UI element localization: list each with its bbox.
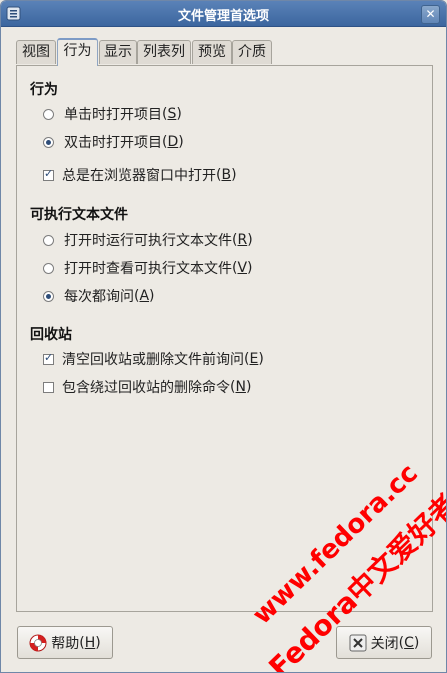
section-executable-title: 可执行文本文件 — [30, 207, 128, 223]
radio-indicator[interactable] — [43, 136, 54, 148]
tab-view[interactable]: 视图 — [16, 40, 56, 64]
checkbox-indicator[interactable] — [43, 167, 54, 181]
tab-list-columns[interactable]: 列表列 — [137, 40, 191, 64]
checkbox-indicator[interactable] — [43, 381, 54, 393]
radio-indicator[interactable] — [43, 108, 54, 120]
radio-indicator[interactable] — [43, 234, 54, 246]
title-bar: 文件管理首选项 ✕ — [1, 1, 446, 27]
run-executable-label: 打开时运行可执行文本文件 — [64, 233, 232, 249]
section-behavior-title: 行为 — [30, 82, 58, 98]
run-executable-radio[interactable]: 打开时运行可执行文本文件(R) — [43, 230, 253, 250]
preferences-window: 文件管理首选项 ✕ 视图 行为 显示 列表列 预览 介质 行为 单击时打开项目(… — [0, 0, 447, 673]
radio-indicator[interactable] — [43, 262, 54, 274]
tab-media[interactable]: 介质 — [232, 40, 272, 64]
double-click-radio[interactable]: 双击时打开项目(D) — [43, 132, 184, 152]
include-delete-checkbox[interactable]: 包含绕过回收站的删除命令(N) — [43, 377, 251, 397]
double-click-label: 双击时打开项目 — [64, 135, 162, 151]
help-label: 帮助 — [51, 635, 80, 652]
window-title: 文件管理首选项 — [177, 9, 269, 24]
view-executable-radio[interactable]: 打开时查看可执行文本文件(V) — [43, 258, 253, 278]
ask-each-time-label: 每次都询问 — [64, 289, 134, 305]
tab-display[interactable]: 显示 — [99, 40, 137, 64]
tab-behavior[interactable]: 行为 — [57, 38, 98, 66]
radio-indicator[interactable] — [43, 290, 54, 302]
ask-each-time-radio[interactable]: 每次都询问(A) — [43, 286, 155, 306]
help-lifebuoy-icon — [29, 634, 47, 651]
single-click-radio[interactable]: 单击时打开项目(S) — [43, 104, 182, 124]
section-trash-title: 回收站 — [30, 327, 72, 343]
help-button[interactable]: 帮助(H) — [17, 626, 113, 659]
confirm-empty-trash-label: 清空回收站或删除文件前询问 — [62, 352, 244, 368]
include-delete-label: 包含绕过回收站的删除命令 — [62, 380, 230, 396]
tab-preview[interactable]: 预览 — [192, 40, 232, 64]
open-in-browser-checkbox[interactable]: 总是在浏览器窗口中打开(B) — [43, 165, 237, 185]
close-label: 关闭 — [370, 635, 399, 652]
close-button[interactable]: 关闭(C) — [336, 626, 432, 659]
close-x-icon — [349, 634, 367, 651]
close-window-icon[interactable]: ✕ — [421, 5, 440, 24]
confirm-empty-trash-checkbox[interactable]: 清空回收站或删除文件前询问(E) — [43, 349, 264, 369]
single-click-label: 单击时打开项目 — [64, 107, 162, 123]
checkbox-indicator[interactable] — [43, 351, 54, 365]
open-in-browser-label: 总是在浏览器窗口中打开 — [62, 168, 216, 184]
view-executable-label: 打开时查看可执行文本文件 — [64, 261, 232, 277]
